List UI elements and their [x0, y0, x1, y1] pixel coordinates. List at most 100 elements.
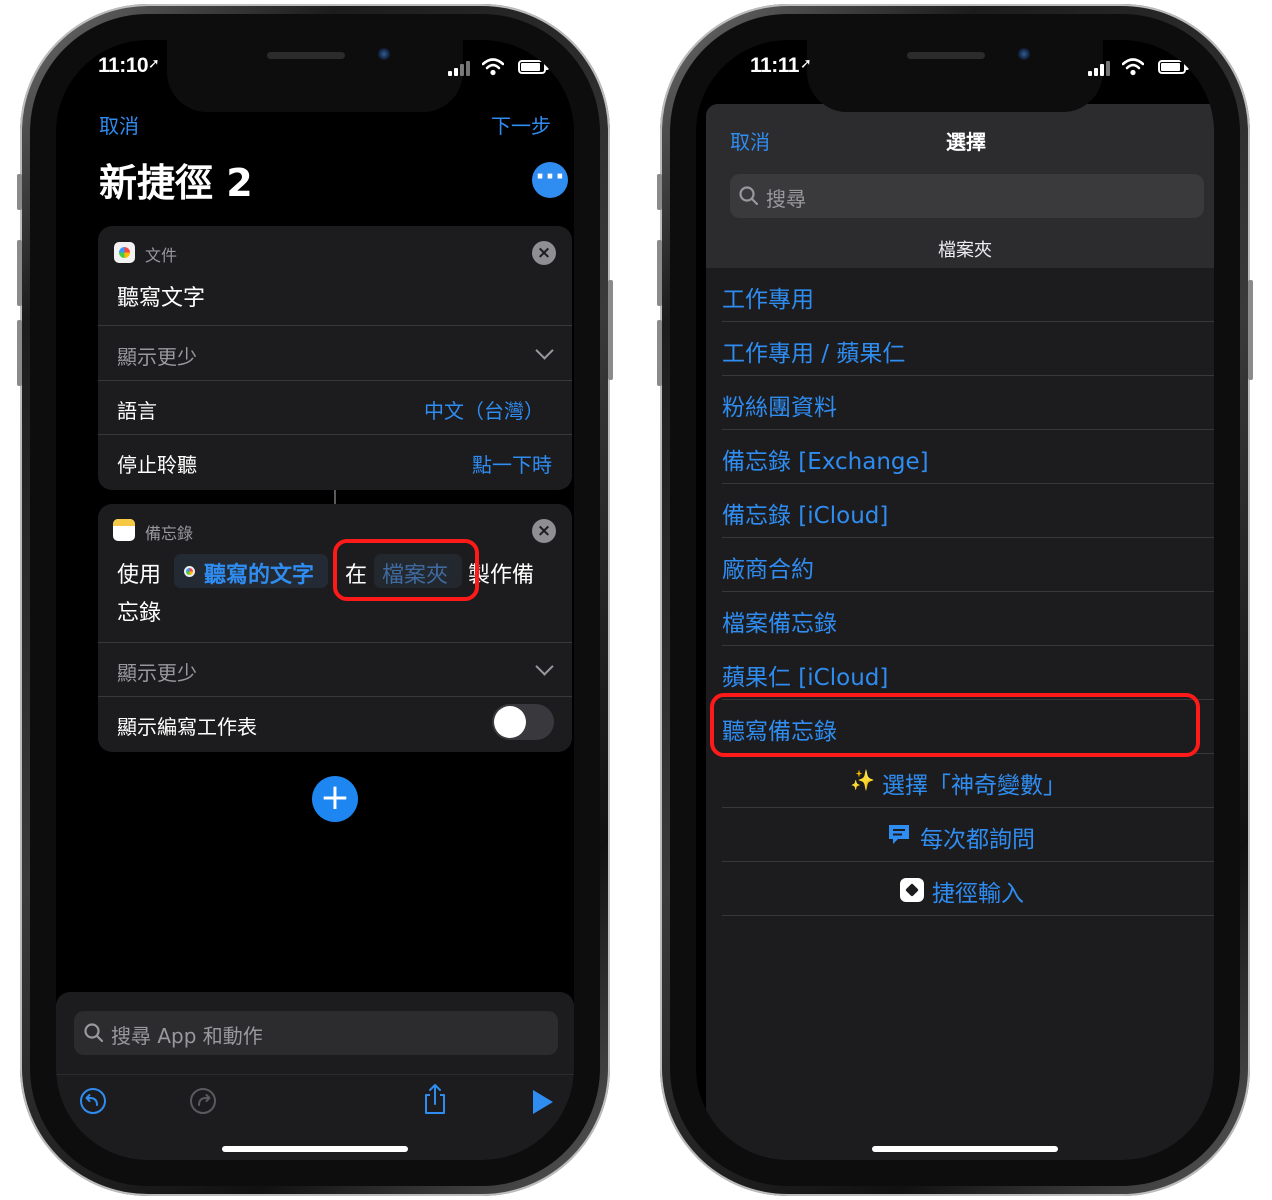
left-phone-frame: 11:10 ➚ 取消 下一步 新捷徑 2 ··· 文件 × 聽寫文字 顯示更少 …: [17, 4, 613, 1196]
battery-icon: [1158, 60, 1189, 74]
show-compose-sheet-toggle[interactable]: [492, 704, 554, 740]
cancel-button[interactable]: 取消: [99, 110, 139, 139]
side-button: [608, 280, 613, 380]
divider: [98, 325, 572, 326]
sheet-title: 選擇: [946, 130, 986, 154]
folder-label: 工作專用 / 蘋果仁: [722, 341, 906, 367]
sheet-header: 取消 選擇 搜尋 檔案夾: [706, 104, 1214, 268]
folder-item[interactable]: 檔案備忘錄: [706, 592, 1214, 646]
show-less-toggle[interactable]: 顯示更少: [117, 657, 197, 686]
next-button[interactable]: 下一步: [491, 110, 551, 139]
divider: [98, 696, 572, 697]
left-screen: 11:10 ➚ 取消 下一步 新捷徑 2 ··· 文件 × 聽寫文字 顯示更少 …: [56, 40, 574, 1160]
folder-item[interactable]: 備忘錄 [iCloud]: [706, 484, 1214, 538]
status-bar: 11:11 ➚: [696, 52, 1214, 82]
shortcut-input-option[interactable]: 捷徑輸入: [706, 862, 1214, 916]
chevron-down-icon[interactable]: [535, 341, 554, 360]
redo-icon[interactable]: [188, 1086, 218, 1116]
folder-label: 備忘錄 [iCloud]: [722, 503, 889, 529]
option-label: 選擇「神奇變數」: [882, 773, 1066, 799]
shortcut-title: 新捷徑 2: [99, 161, 253, 205]
create-note-action-card[interactable]: 備忘錄 × 使用 聽寫的文字 在 檔案夾 製作備 忘錄 顯示更少 顯示編寫工作表: [98, 504, 572, 752]
show-compose-sheet-label: 顯示編寫工作表: [117, 715, 257, 739]
location-arrow-icon: ➚: [148, 56, 160, 72]
search-field[interactable]: 搜尋 App 和動作: [74, 1011, 558, 1055]
folder-label: 備忘錄 [Exchange]: [722, 449, 929, 475]
show-less-toggle[interactable]: 顯示更少: [117, 341, 197, 370]
shortcuts-icon: [900, 878, 924, 902]
wifi-icon: [1122, 58, 1144, 76]
home-indicator: [222, 1146, 408, 1152]
divider: [98, 642, 572, 643]
folder-item[interactable]: 工作專用 / 蘋果仁: [706, 322, 1214, 376]
silent-switch: [17, 174, 22, 210]
folder-label: 檔案備忘錄: [722, 611, 837, 637]
action-app-label: 備忘錄: [145, 524, 194, 543]
search-placeholder: 搜尋 App 和動作: [111, 1024, 263, 1048]
chevron-down-icon[interactable]: [535, 657, 554, 676]
documents-app-icon: [184, 566, 195, 577]
search-field[interactable]: 搜尋: [730, 174, 1204, 218]
dictate-text-action-card[interactable]: 文件 × 聽寫文字 顯示更少 語言 中文（台灣） 停止聆聽 點一下時: [98, 226, 572, 490]
status-time: 11:10: [98, 54, 149, 77]
ask-each-time-option[interactable]: 每次都詢問: [706, 808, 1214, 862]
action-app-label: 文件: [145, 246, 178, 265]
status-time: 11:11: [750, 54, 799, 77]
toolbar-divider: [56, 1074, 574, 1075]
folder-label: 廠商合約: [722, 557, 814, 583]
highlight-box: [333, 539, 479, 601]
documents-app-icon: [114, 242, 135, 263]
divider: [98, 380, 572, 381]
use-label: 使用: [117, 563, 162, 588]
search-icon: [739, 186, 759, 206]
side-button: [1248, 280, 1253, 380]
home-indicator: [872, 1146, 1058, 1152]
add-action-button[interactable]: +: [312, 776, 358, 822]
stop-listening-label: 停止聆聽: [117, 453, 197, 477]
actions-search-panel: 搜尋 App 和動作: [56, 992, 574, 1160]
language-label: 語言: [117, 399, 157, 423]
folder-item[interactable]: 廠商合約: [706, 538, 1214, 592]
cancel-button[interactable]: 取消: [730, 126, 770, 155]
highlight-box: [710, 693, 1200, 757]
option-label: 捷徑輸入: [932, 881, 1024, 907]
folder-item[interactable]: 粉絲團資料: [706, 376, 1214, 430]
folder-label: 工作專用: [722, 287, 814, 313]
volume-up-button: [17, 240, 22, 306]
volume-up-button: [657, 240, 662, 306]
divider: [98, 434, 572, 435]
remove-action-button[interactable]: ×: [532, 241, 556, 265]
action-title: 聽寫文字: [117, 286, 206, 311]
folder-label: 粉絲團資料: [722, 395, 837, 421]
ellipsis-circle-icon[interactable]: ···: [532, 162, 568, 198]
share-icon[interactable]: [420, 1082, 450, 1116]
right-phone-frame: 11:11 ➚ 取消 選擇 搜尋 檔案夾 工作專用 工作專用 / 蘋果仁 粉絲團…: [657, 4, 1253, 1196]
option-label: 每次都詢問: [920, 827, 1035, 853]
wifi-icon: [482, 58, 504, 76]
right-screen: 11:11 ➚ 取消 選擇 搜尋 檔案夾 工作專用 工作專用 / 蘋果仁 粉絲團…: [696, 40, 1214, 1160]
chat-bubble-icon: [889, 825, 909, 844]
cellular-signal-icon: [1088, 60, 1114, 76]
language-value-button[interactable]: 中文（台灣）: [424, 395, 544, 424]
notes-app-icon: [113, 519, 135, 541]
magic-variable-option[interactable]: ✨ 選擇「神奇變數」: [706, 754, 1214, 808]
folder-label: 蘋果仁 [iCloud]: [722, 665, 889, 691]
silent-switch: [657, 174, 662, 210]
dictated-text-variable-token[interactable]: 聽寫的文字: [174, 554, 328, 588]
flow-connector: [334, 490, 336, 504]
search-placeholder: 搜尋: [766, 187, 806, 211]
status-bar: 11:10 ➚: [56, 52, 574, 82]
remove-action-button[interactable]: ×: [532, 519, 556, 543]
stop-listening-value-button[interactable]: 點一下時: [472, 449, 552, 478]
location-arrow-icon: ➚: [800, 56, 812, 72]
search-icon: [84, 1023, 104, 1043]
play-icon[interactable]: [530, 1088, 556, 1116]
magic-wand-icon: ✨: [850, 768, 875, 792]
folder-item[interactable]: 工作專用: [706, 268, 1214, 322]
picker-sheet: 取消 選擇 搜尋 檔案夾 工作專用 工作專用 / 蘋果仁 粉絲團資料 備忘錄 […: [706, 104, 1214, 1160]
make-note-label-continued: 忘錄: [117, 601, 162, 626]
folder-item[interactable]: 蘋果仁 [iCloud]: [706, 646, 1214, 700]
folder-item[interactable]: 備忘錄 [Exchange]: [706, 430, 1214, 484]
undo-icon[interactable]: [78, 1086, 108, 1116]
battery-icon: [518, 60, 549, 74]
